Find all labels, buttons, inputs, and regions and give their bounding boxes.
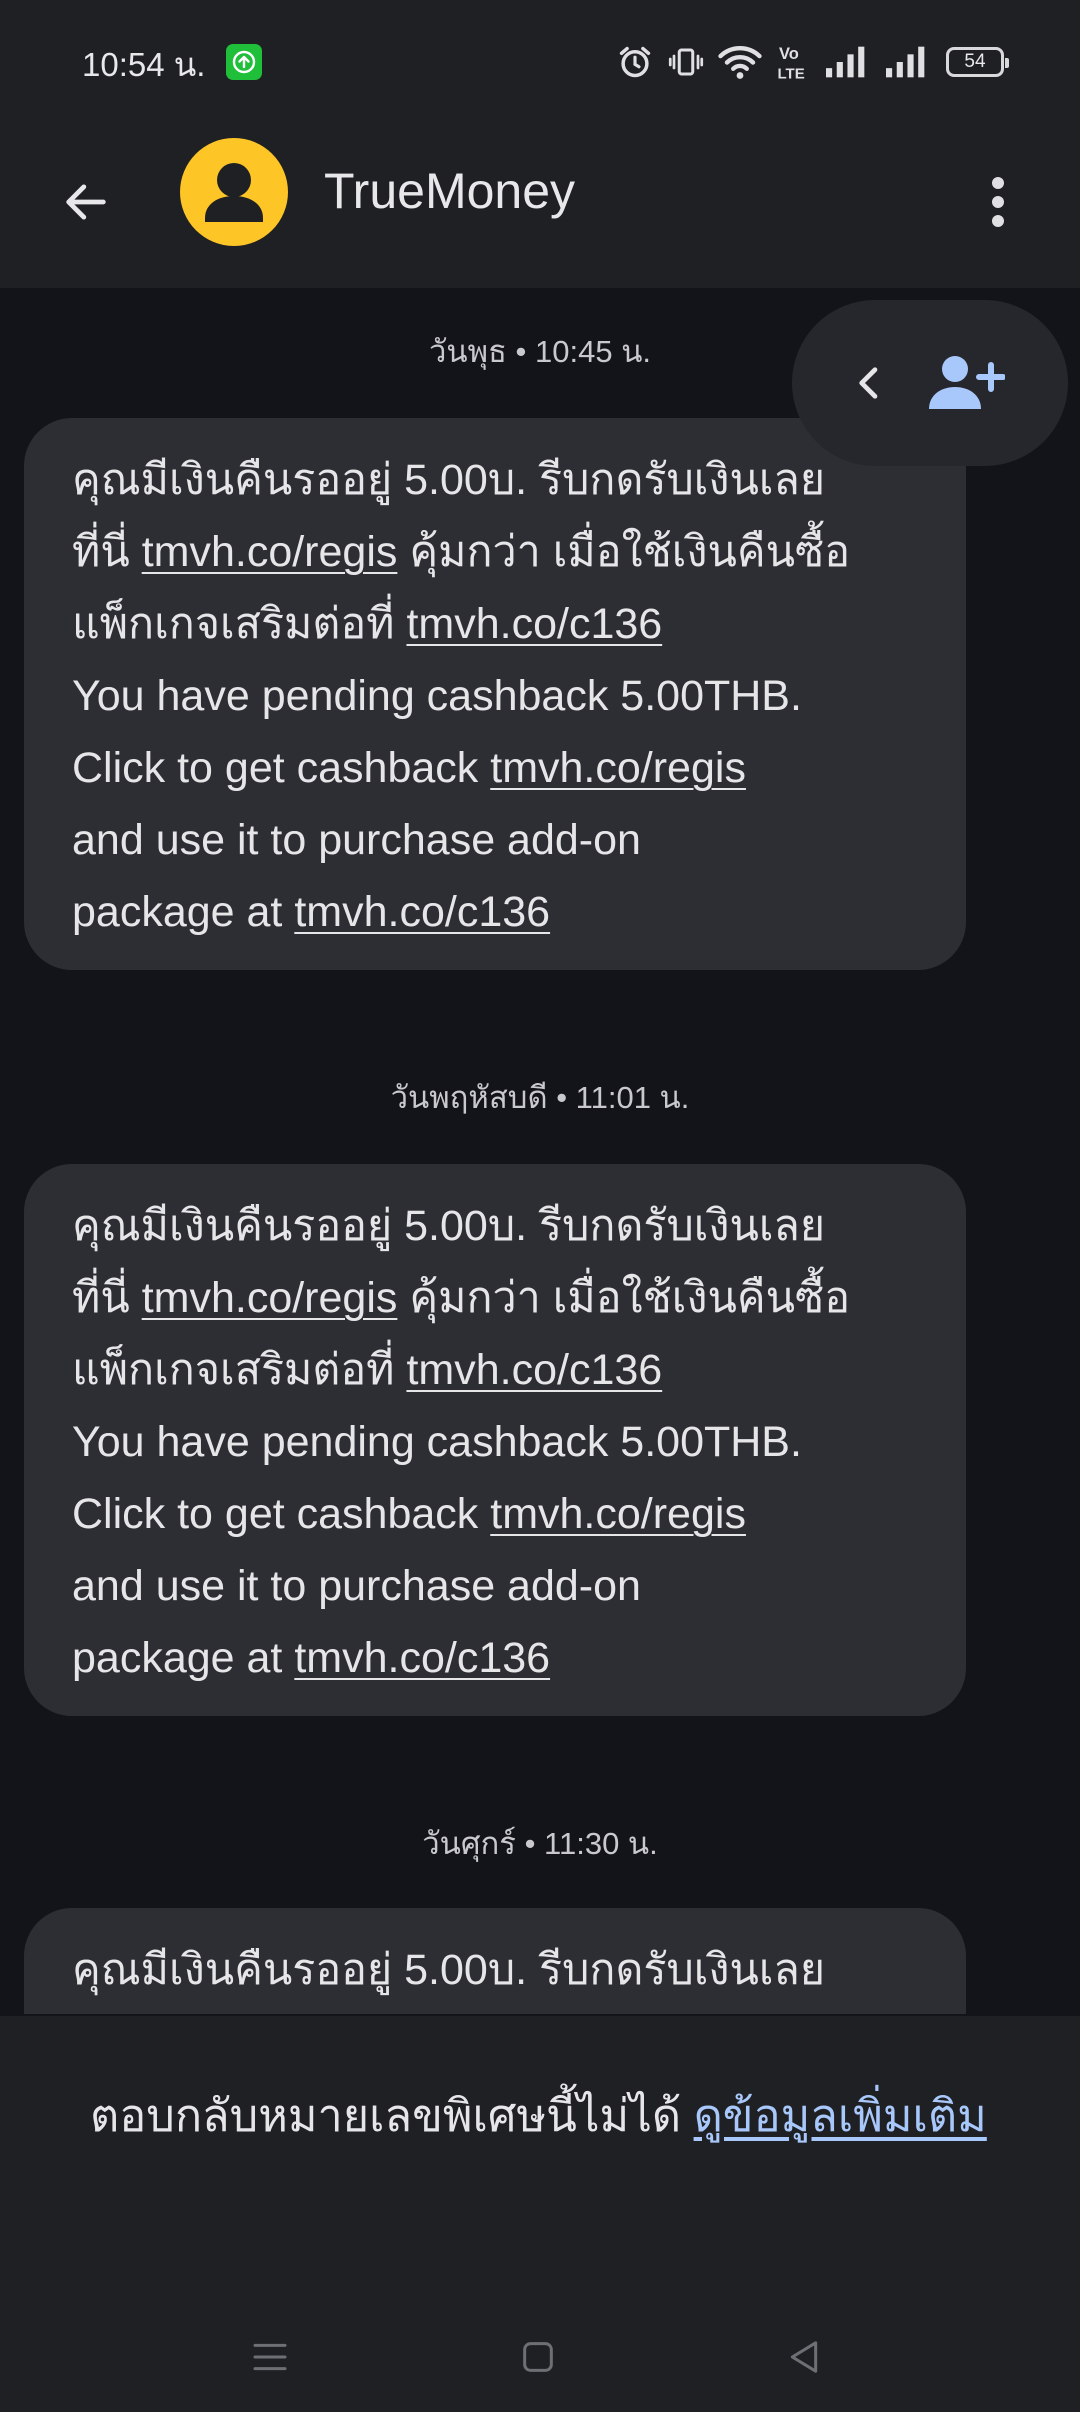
message-bubble[interactable]: คุณมีเงินคืนรออยู่ 5.00บ. รีบกดรับเงินเล… [24, 418, 966, 970]
system-nav-bar [0, 2300, 1080, 2412]
message-clip: คุณมีเงินคืนรออยู่ 5.00บ. รีบกดรับเงินเล… [0, 1908, 1080, 2014]
message-timestamp: วันศุกร์ • 11:30 น. [422, 1826, 658, 1861]
signal-icon [826, 45, 872, 79]
status-time: 10:54 น. [82, 46, 206, 83]
svg-text:Vo: Vo [779, 45, 799, 63]
battery-icon: 54 [946, 47, 1009, 77]
message-link[interactable]: tmvh.co/c136 [294, 1634, 550, 1682]
add-contact-button[interactable] [922, 345, 1012, 421]
message-bubble[interactable]: คุณมีเงินคืนรออยู่ 5.00บ. รีบกดรับเงินเล… [24, 1164, 966, 1716]
message-line: คุณมีเงินคืนรออยู่ 5.00บ. รีบกดรับเงินเล… [72, 1946, 826, 1994]
recents-button[interactable] [230, 2322, 310, 2392]
conversation-header: TrueMoney [0, 120, 1080, 288]
message-line: Click to get cashback tmvh.co/regis [72, 744, 746, 792]
message-line: แพ็กเกจเสริมต่อที่ tmvh.co/c136 [72, 600, 663, 648]
battery-level: 54 [964, 51, 986, 72]
upload-notification-icon [226, 44, 262, 80]
alarm-icon [616, 43, 654, 81]
message-line: คุณมีเงินคืนรออยู่ 5.00บ. รีบกดรับเงินเล… [72, 1202, 826, 1250]
volte-icon: Vo LTE [776, 42, 812, 82]
collapse-button[interactable] [832, 345, 908, 421]
add-contact-icon [929, 356, 1005, 409]
message-line: Click to get cashback tmvh.co/regis [72, 1490, 746, 1538]
message-link[interactable]: tmvh.co/c136 [406, 1346, 662, 1394]
message-line: You have pending cashback 5.00THB. [72, 672, 802, 720]
floating-action-pill [792, 300, 1068, 466]
message-line: แพ็กเกจเสริมต่อที่ tmvh.co/c136 [72, 1346, 663, 1394]
svg-text:LTE: LTE [778, 66, 805, 83]
wifi-icon [718, 43, 762, 81]
more-vert-icon [992, 177, 1004, 227]
message-line: and use it to purchase add-on [72, 1562, 641, 1610]
vibrate-icon [668, 43, 704, 81]
chevron-left-icon [859, 367, 878, 399]
message-line: ที่นี่ tmvh.co/regis คุ้มกว่า เมื่อใช้เง… [72, 528, 851, 576]
home-icon [523, 2342, 553, 2372]
home-button[interactable] [498, 2322, 578, 2392]
signal-icon [886, 45, 932, 79]
avatar[interactable] [180, 138, 288, 246]
back-triangle-icon [790, 2341, 818, 2373]
message-line: package at tmvh.co/c136 [72, 888, 551, 936]
message-link[interactable]: tmvh.co/regis [142, 528, 398, 576]
notice-text: ตอบกลับหมายเลขพิเศษนี้ไม่ได้ ดูข้อมูลเพิ… [90, 2090, 987, 2141]
recents-icon [253, 2343, 287, 2371]
message-line: package at tmvh.co/c136 [72, 1634, 551, 1682]
message-link[interactable]: tmvh.co/regis [142, 1274, 398, 1322]
message-link[interactable]: tmvh.co/c136 [294, 888, 550, 936]
nav-back-button[interactable] [764, 2322, 844, 2392]
message-line: and use it to purchase add-on [72, 816, 641, 864]
back-button[interactable] [48, 164, 124, 240]
message-timestamp: วันพฤหัสบดี • 11:01 น. [390, 1080, 690, 1115]
message-link[interactable]: tmvh.co/regis [490, 1490, 746, 1538]
contact-name[interactable]: TrueMoney [324, 162, 575, 220]
back-arrow-icon [66, 184, 106, 220]
message-link[interactable]: tmvh.co/c136 [406, 600, 662, 648]
message-line: You have pending cashback 5.00THB. [72, 1418, 802, 1466]
learn-more-link[interactable]: ดูข้อมูลเพิ่มเติม [694, 2090, 987, 2141]
message-line: ที่นี่ tmvh.co/regis คุ้มกว่า เมื่อใช้เง… [72, 1274, 851, 1322]
message-line: คุณมีเงินคืนรออยู่ 5.00บ. รีบกดรับเงินเล… [72, 456, 826, 504]
more-options-button[interactable] [960, 164, 1036, 240]
message-link[interactable]: tmvh.co/regis [490, 744, 746, 792]
status-bar: 10:54 น. Vo LTE 54 [0, 0, 1080, 120]
message-bubble[interactable]: คุณมีเงินคืนรออยู่ 5.00บ. รีบกดรับเงินเล… [24, 1908, 966, 2014]
avatar-person-icon [205, 163, 263, 222]
